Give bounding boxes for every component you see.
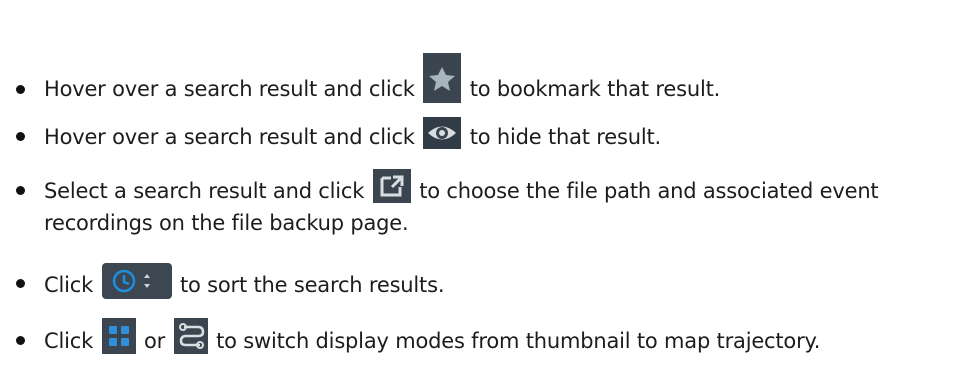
bullet bbox=[16, 336, 25, 345]
export-icon bbox=[372, 169, 411, 203]
bullet bbox=[16, 186, 25, 195]
bullet bbox=[16, 85, 25, 94]
map-trajectory-icon bbox=[173, 318, 208, 354]
item-text-after: to switch display modes from thumbnail t… bbox=[216, 329, 821, 353]
item-text-after: to sort the search results. bbox=[180, 273, 445, 297]
list-item-sort: Click to sort the search results. bbox=[0, 262, 974, 304]
list-item-hide: Hover over a search result and click to … bbox=[0, 112, 974, 162]
list-item-bookmark: Hover over a search result and click to … bbox=[0, 50, 974, 106]
bullet bbox=[16, 279, 25, 288]
item-text-after: to choose the file path and associated e… bbox=[419, 179, 879, 203]
item-text-line2: recordings on the file backup page. bbox=[44, 211, 409, 235]
item-text-before: Hover over a search result and click bbox=[44, 77, 415, 101]
thumbnail-grid-icon bbox=[101, 318, 136, 354]
clock-sort-icon bbox=[101, 263, 172, 299]
item-text-after: to bookmark that result. bbox=[469, 77, 721, 101]
item-text-after: to hide that result. bbox=[469, 125, 661, 149]
bullet bbox=[16, 132, 25, 141]
item-text-before: Select a search result and click bbox=[44, 179, 365, 203]
item-text-middle: or bbox=[144, 329, 166, 353]
item-text-before: Hover over a search result and click bbox=[44, 125, 415, 149]
star-icon bbox=[423, 53, 462, 103]
eye-icon bbox=[423, 117, 462, 149]
item-text-before: Click bbox=[44, 329, 94, 353]
item-text-before: Click bbox=[44, 273, 94, 297]
list-item-backup: Select a search result and click to choo… bbox=[0, 169, 974, 240]
list-item-display-mode: Click or to switch display modes from th… bbox=[0, 314, 974, 364]
